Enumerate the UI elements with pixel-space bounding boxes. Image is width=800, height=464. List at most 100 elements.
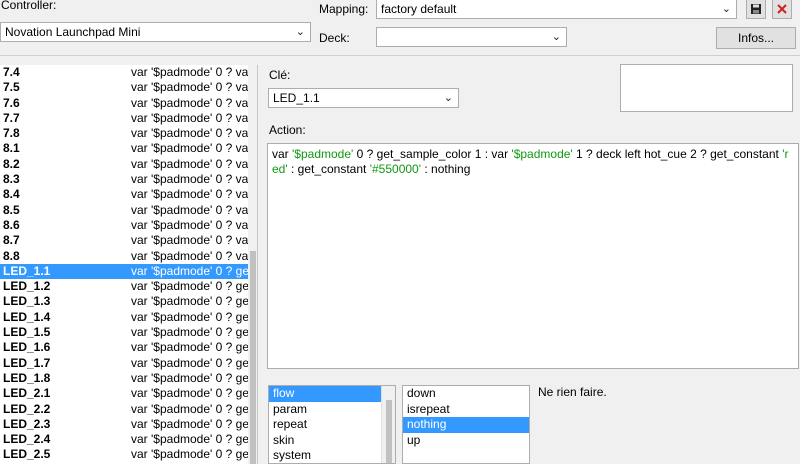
mapping-value: var '$padmode' 0 ? va — [131, 126, 248, 141]
table-row[interactable]: LED_1.7 var '$padmode' 0 ? ge — [0, 356, 257, 371]
deck-select[interactable]: ⌄ — [376, 27, 567, 47]
mapping-key: 8.6 — [3, 217, 20, 232]
mapping-label: Mapping: — [319, 2, 369, 16]
table-row[interactable]: 8.2 var '$padmode' 0 ? va — [0, 157, 257, 172]
table-row[interactable]: LED_1.5 var '$padmode' 0 ? ge — [0, 325, 257, 340]
command-item[interactable]: nothing — [403, 417, 529, 433]
mapping-value: var '$padmode' 0 ? ge — [131, 370, 248, 385]
command-item[interactable]: isrepeat — [403, 402, 529, 418]
table-row[interactable]: LED_2.4 var '$padmode' 0 ? ge — [0, 432, 257, 447]
action-string-token: '$padmode' — [292, 147, 354, 161]
mapping-key: 7.7 — [3, 110, 20, 125]
command-item[interactable]: up — [403, 433, 529, 449]
command-list[interactable]: down isrepeat nothing up — [402, 385, 530, 464]
table-row[interactable]: 8.1 var '$padmode' 0 ? va — [0, 141, 257, 156]
table-row[interactable]: 7.4 var '$padmode' 0 ? va — [0, 65, 257, 80]
table-row[interactable]: LED_2.2 var '$padmode' 0 ? ge — [0, 402, 257, 417]
table-row[interactable]: LED_2.3 var '$padmode' 0 ? ge — [0, 417, 257, 432]
mapping-value: var '$padmode' 0 ? ge — [131, 447, 248, 462]
comment-box[interactable] — [620, 64, 793, 112]
table-row[interactable]: LED_1.3 var '$padmode' 0 ? ge — [0, 294, 257, 309]
table-row[interactable]: LED_1.6 var '$padmode' 0 ? ge — [0, 340, 257, 355]
category-item[interactable]: system — [269, 448, 395, 463]
mapping-key: LED_2.3 — [3, 416, 51, 431]
table-row[interactable]: LED_2.1 var '$padmode' 0 ? ge — [0, 386, 257, 401]
mapping-key: LED_1.6 — [3, 340, 51, 355]
mapping-value: var '$padmode' 0 ? va — [131, 233, 248, 248]
table-row[interactable]: 8.5 var '$padmode' 0 ? va — [0, 203, 257, 218]
mapping-key: LED_1.5 — [3, 325, 51, 340]
mapping-value: var '$padmode' 0 ? ge — [131, 432, 248, 447]
command-item[interactable]: down — [403, 386, 529, 402]
mapping-value: var '$padmode' 0 ? va — [131, 172, 248, 187]
save-button[interactable] — [746, 0, 766, 19]
category-item[interactable]: skin — [269, 433, 395, 449]
action-label: Action: — [269, 123, 306, 137]
scrollbar-thumb[interactable] — [250, 251, 256, 464]
mapping-value: var '$padmode' 0 ? ge — [131, 279, 248, 294]
table-row[interactable]: LED_1.4 var '$padmode' 0 ? ge — [0, 310, 257, 325]
action-editor[interactable]: var '$padmode' 0 ? get_sample_color 1 : … — [267, 143, 799, 369]
table-row[interactable]: 7.6 var '$padmode' 0 ? va — [0, 96, 257, 111]
table-row[interactable]: 8.4 var '$padmode' 0 ? va — [0, 187, 257, 202]
mapping-key: 8.5 — [3, 202, 20, 217]
mapping-key: LED_2.4 — [3, 432, 51, 447]
table-row[interactable]: 8.6 var '$padmode' 0 ? va — [0, 218, 257, 233]
mapping-key: LED_1.3 — [3, 294, 51, 309]
mapping-key: 7.4 — [3, 65, 20, 79]
table-row[interactable]: 8.8 var '$padmode' 0 ? va — [0, 249, 257, 264]
mapping-value: var '$padmode' 0 ? ge — [131, 309, 248, 324]
mapping-list-scrollbar[interactable] — [248, 65, 257, 464]
mapping-key: 8.4 — [3, 187, 20, 202]
mapping-value: var '$padmode' 0 ? ge — [131, 294, 248, 309]
mapping-list[interactable]: 7.4 var '$padmode' 0 ? va 7.5 var '$padmode… — [0, 65, 258, 464]
cle-select[interactable]: LED_1.1 ⌄ — [268, 88, 459, 108]
cle-label: Clé: — [269, 68, 291, 82]
mapping-value: var '$padmode' 0 ? va — [131, 187, 248, 202]
table-row[interactable]: LED_1.1 var '$padmode' 0 ? ge — [0, 263, 257, 280]
table-row[interactable]: LED_1.8 var '$padmode' 0 ? ge — [0, 371, 257, 386]
mapping-value: var '$padmode' 0 ? va — [131, 156, 248, 171]
mapping-value: var '$padmode' 0 ? va — [131, 110, 248, 125]
table-row[interactable]: 7.7 var '$padmode' 0 ? va — [0, 111, 257, 126]
mapping-value: var '$padmode' 0 ? ge — [131, 386, 248, 401]
mapping-key: LED_1.2 — [3, 279, 51, 294]
mapping-key: 8.2 — [3, 156, 20, 171]
deck-label: Deck: — [319, 31, 350, 45]
mapping-select[interactable]: factory default ⌄ — [376, 0, 737, 19]
mapping-key: 8.1 — [3, 141, 20, 156]
controller-select[interactable]: Novation Launchpad Mini ⌄ — [0, 22, 311, 42]
mapping-key: 8.8 — [3, 248, 20, 263]
mapping-key: 7.6 — [3, 95, 20, 110]
chevron-down-icon: ⌄ — [295, 26, 305, 38]
action-string-token: '#550000' — [369, 162, 422, 176]
table-row[interactable]: 7.5 var '$padmode' 0 ? va — [0, 80, 257, 95]
action-token: : nothing — [421, 162, 471, 176]
infos-button[interactable]: Infos... — [716, 27, 796, 49]
action-token: 1 ? deck left hot_cue 2 ? get_constant — [572, 147, 783, 161]
mapping-key: 7.5 — [3, 80, 20, 95]
floppy-disk-icon — [751, 4, 761, 14]
table-row[interactable]: 8.7 var '$padmode' 0 ? va — [0, 233, 257, 248]
delete-button[interactable] — [772, 0, 792, 19]
mapping-value: var '$padmode' 0 ? ge — [131, 325, 248, 340]
mapping-key: 8.3 — [3, 172, 20, 187]
category-item[interactable]: repeat — [269, 417, 395, 433]
category-list-scrollbar[interactable] — [381, 386, 395, 463]
table-row[interactable]: LED_2.5 var '$padmode' 0 ? ge — [0, 447, 257, 462]
action-token: var — [272, 147, 293, 161]
scrollbar-thumb[interactable] — [386, 400, 392, 463]
action-token: 0 ? get_sample_color 1 : var — [353, 147, 512, 161]
table-row[interactable]: 8.3 var '$padmode' 0 ? va — [0, 172, 257, 187]
mapping-rows: 7.4 var '$padmode' 0 ? va 7.5 var '$padmode… — [0, 65, 257, 463]
controller-label: Controller: — [1, 0, 57, 12]
mapping-select-value: factory default — [381, 2, 457, 16]
category-item[interactable]: flow — [269, 386, 395, 402]
table-row[interactable]: 7.8 var '$padmode' 0 ? va — [0, 126, 257, 141]
category-list[interactable]: flow param repeat skin system — [268, 385, 396, 464]
category-item[interactable]: param — [269, 402, 395, 418]
mapping-key: LED_1.4 — [3, 309, 51, 324]
chevron-down-icon: ⌄ — [721, 3, 731, 15]
table-row[interactable]: LED_1.2 var '$padmode' 0 ? ge — [0, 279, 257, 294]
action-token: : get_constant — [287, 162, 370, 176]
